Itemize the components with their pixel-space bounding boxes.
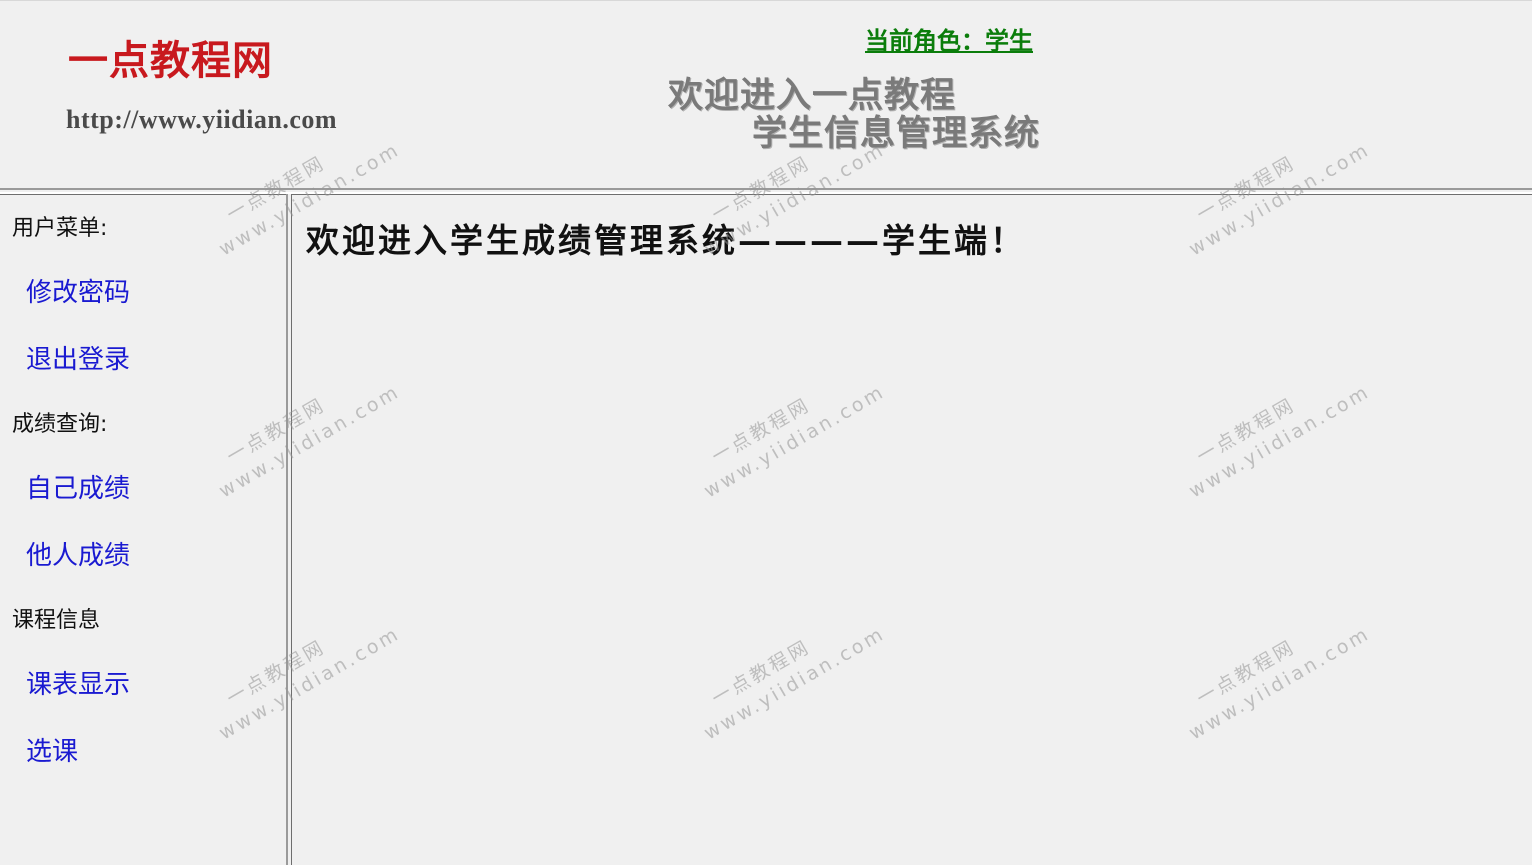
sidebar-link-others-scores[interactable]: 他人成绩 [26,535,130,572]
section-label-user-menu: 用户菜单: [12,216,108,241]
logo-url: http://www.yiidian.com [66,105,338,134]
header-frame: 一点教程网 http://www.yiidian.com 当前角色：学生 欢迎进… [0,0,1532,188]
sidebar-link-timetable[interactable]: 课表显示 [26,664,130,701]
sidebar-link-course-selection[interactable]: 选课 [26,731,78,768]
section-label-course-info: 课程信息 [12,608,101,633]
logo-title: 一点教程网 [68,37,273,84]
section-label-score-query: 成绩查询: [12,412,108,437]
sidebar-link-logout[interactable]: 退出登录 [26,339,130,376]
current-role-link[interactable]: 当前角色：学生 [865,21,1033,56]
main-content-frame: 欢迎进入学生成绩管理系统————学生端！ [292,194,1532,865]
welcome-heading: 欢迎进入学生成绩管理系统————学生端！ [306,221,1026,260]
system-title-line2: 学生信息管理系统 [752,113,1041,154]
sidebar-frame: 用户菜单: 修改密码 退出登录 成绩查询: 自己成绩 他人成绩 课程信息 课表显… [0,194,286,865]
app-window: 一点教程网 http://www.yiidian.com 当前角色：学生 欢迎进… [0,0,1532,865]
sidebar-link-own-scores[interactable]: 自己成绩 [26,468,130,505]
sidebar-link-change-password[interactable]: 修改密码 [26,272,130,309]
